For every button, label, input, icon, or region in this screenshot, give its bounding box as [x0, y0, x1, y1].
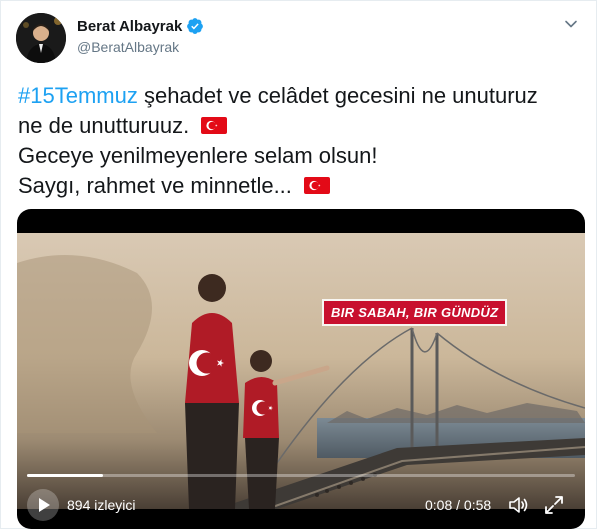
tweet-line-4-text: Saygı, rahmet ve minnetle...	[18, 173, 292, 198]
video-player[interactable]: BIR SABAH, BIR GÜNDÜZ 894 izleyici 0:08 …	[17, 209, 585, 529]
play-icon	[39, 498, 50, 512]
playback-time: 0:08 / 0:58	[425, 497, 492, 513]
tweet-card: Berat Albayrak @BeratAlbayrak #15Temmuz …	[0, 0, 597, 529]
turkish-flag-icon	[201, 112, 228, 134]
tweet-text: #15Temmuz şehadet ve celâdet gecesini ne…	[18, 81, 578, 201]
video-overlay-title: BIR SABAH, BIR GÜNDÜZ	[324, 301, 506, 324]
author-name-row[interactable]: Berat Albayrak	[77, 17, 204, 35]
tweet-line-3: Geceye yenilmeyenlere selam olsun!	[18, 141, 578, 171]
tweet-line-4: Saygı, rahmet ve minnetle...	[18, 171, 578, 201]
tweet-line-2-text: ne de unutturuuz.	[18, 113, 190, 138]
chevron-down-icon[interactable]	[562, 15, 580, 33]
tweet-header: Berat Albayrak @BeratAlbayrak	[16, 13, 586, 63]
hashtag-link[interactable]: #15Temmuz	[18, 83, 138, 108]
volume-button[interactable]	[507, 494, 529, 516]
video-frame[interactable]	[17, 233, 585, 509]
tweet-line-1: #15Temmuz şehadet ve celâdet gecesini ne…	[18, 81, 578, 111]
author-handle[interactable]: @BeratAlbayrak	[77, 39, 204, 55]
view-count: 894 izleyici	[67, 497, 136, 513]
tweet-line-3-text: Geceye yenilmeyenlere selam olsun!	[18, 143, 378, 168]
turkish-flag-icon	[304, 172, 331, 194]
verified-badge-icon	[186, 17, 204, 35]
author-info: Berat Albayrak @BeratAlbayrak	[77, 17, 204, 55]
fullscreen-icon	[545, 496, 563, 514]
video-progress-fill	[27, 474, 103, 477]
video-controls: 894 izleyici 0:08 / 0:58	[17, 487, 585, 523]
play-button[interactable]	[27, 489, 59, 521]
avatar[interactable]	[16, 13, 66, 63]
volume-icon	[509, 497, 528, 513]
fullscreen-button[interactable]	[543, 494, 565, 516]
video-progress-bar[interactable]	[27, 474, 575, 477]
tweet-line-2: ne de unutturuuz.	[18, 111, 578, 141]
tweet-line-1-text: şehadet ve celâdet gecesini ne unuturuz	[137, 83, 538, 108]
author-display-name[interactable]: Berat Albayrak	[77, 18, 182, 35]
avatar-image	[16, 13, 66, 63]
